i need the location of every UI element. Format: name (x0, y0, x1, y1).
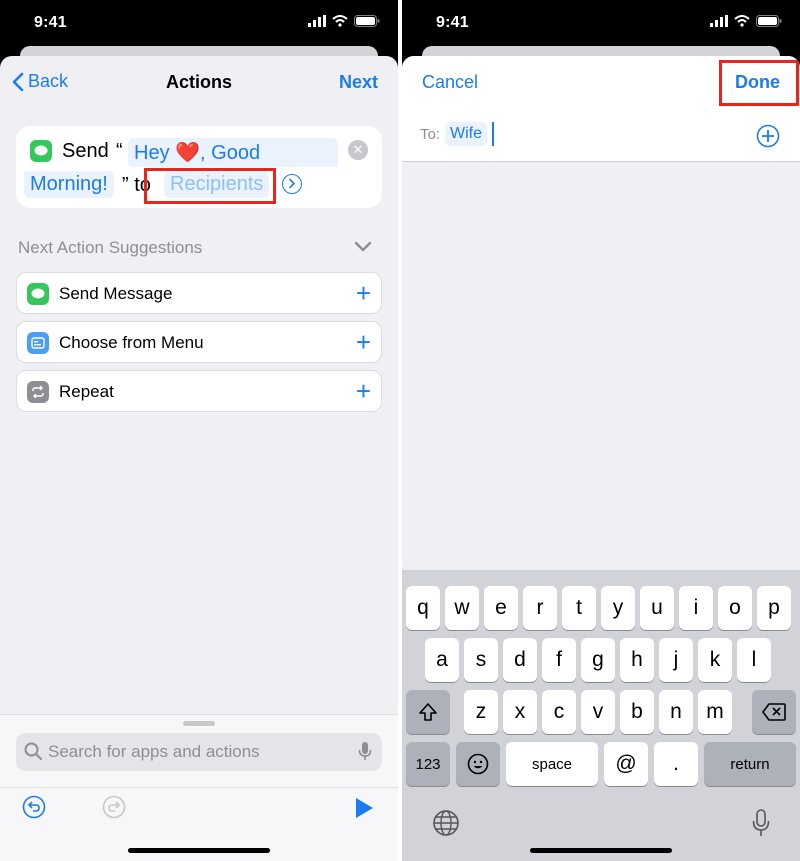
status-bar: 9:41 (0, 0, 398, 46)
suggestions-header: Next Action Suggestions (18, 238, 203, 257)
suggestion-choose-from-menu[interactable]: Choose from Menu + (16, 321, 382, 363)
key-v[interactable]: v (581, 690, 615, 734)
key-c[interactable]: c (542, 690, 576, 734)
key-y[interactable]: y (601, 586, 635, 630)
message-icon (30, 140, 52, 162)
message-text-line2[interactable]: Morning! (24, 171, 114, 198)
wifi-icon (332, 15, 348, 27)
search-panel: Search for apps and actions (0, 714, 398, 861)
status-time: 9:41 (34, 14, 67, 31)
key-f[interactable]: f (542, 638, 576, 682)
to-label: To: (420, 126, 441, 143)
send-label: Send (62, 140, 109, 162)
search-placeholder: Search for apps and actions (48, 742, 260, 761)
suggestion-label: Repeat (59, 382, 114, 401)
shift-icon (419, 703, 437, 721)
menu-icon (27, 332, 49, 354)
key-l[interactable]: l (737, 638, 771, 682)
key-e[interactable]: e (484, 586, 518, 630)
key-q[interactable]: q (406, 586, 440, 630)
at-key[interactable]: @ (604, 742, 648, 786)
backspace-icon (762, 703, 786, 721)
globe-icon[interactable] (432, 809, 460, 837)
suggestion-label: Send Message (59, 284, 173, 303)
remove-action-button[interactable]: ✕ (348, 140, 368, 160)
suggestion-repeat[interactable]: Repeat + (16, 370, 382, 412)
cancel-button[interactable]: Cancel (422, 72, 478, 93)
status-time: 9:41 (436, 14, 469, 31)
key-t[interactable]: t (562, 586, 596, 630)
wifi-icon (734, 15, 750, 27)
recipient-chip[interactable]: Wife (445, 122, 487, 146)
key-u[interactable]: u (640, 586, 674, 630)
suggestion-send-message[interactable]: Send Message + (16, 272, 382, 314)
key-o[interactable]: o (718, 586, 752, 630)
space-key[interactable]: space (506, 742, 598, 786)
status-icons (710, 15, 782, 27)
key-b[interactable]: b (620, 690, 654, 734)
backspace-key[interactable] (752, 690, 796, 734)
status-icons (308, 15, 380, 27)
signal-icon (308, 15, 326, 27)
recipients-picker-screen: 9:41 Cancel Done To: Wife q w e r t y u (402, 0, 800, 861)
add-icon[interactable]: + (356, 280, 371, 306)
battery-icon (354, 15, 380, 27)
key-g[interactable]: g (581, 638, 615, 682)
key-i[interactable]: i (679, 586, 713, 630)
key-n[interactable]: n (659, 690, 693, 734)
key-r[interactable]: r (523, 586, 557, 630)
shortcuts-actions-screen: 9:41 Back Actions Next Send “ Hey ❤️, Go… (0, 0, 398, 861)
key-p[interactable]: p (757, 586, 791, 630)
redo-icon[interactable] (102, 795, 126, 819)
recipients-sheet: Cancel Done To: Wife q w e r t y u i o p… (402, 56, 800, 861)
add-icon[interactable]: + (356, 378, 371, 404)
done-highlight-box (719, 60, 799, 106)
shift-key[interactable] (406, 690, 450, 734)
dot-key[interactable]: . (654, 742, 698, 786)
key-s[interactable]: s (464, 638, 498, 682)
home-indicator (530, 848, 672, 853)
text-cursor (492, 122, 494, 146)
actions-sheet: Back Actions Next Send “ Hey ❤️, Good Mo… (0, 56, 398, 861)
message-icon (27, 283, 49, 305)
key-d[interactable]: d (503, 638, 537, 682)
message-text-line1[interactable]: Hey ❤️, Good (128, 138, 338, 167)
keyboard: q w e r t y u i o p a s d f g h j k l z … (402, 570, 800, 861)
battery-icon (756, 15, 782, 27)
dictation-mic-icon[interactable] (752, 809, 770, 837)
return-key[interactable]: return (704, 742, 796, 786)
add-icon[interactable]: + (356, 329, 371, 355)
key-k[interactable]: k (698, 638, 732, 682)
key-z[interactable]: z (464, 690, 498, 734)
sheet-grabber[interactable] (183, 721, 215, 726)
key-x[interactable]: x (503, 690, 537, 734)
nav-bar: Back Actions Next (0, 56, 398, 110)
key-m[interactable]: m (698, 690, 732, 734)
search-icon (24, 742, 42, 760)
chevron-down-icon[interactable] (354, 240, 372, 252)
next-button[interactable]: Next (339, 72, 378, 93)
key-w[interactable]: w (445, 586, 479, 630)
recipients-highlight-box (144, 168, 276, 204)
toolbar-divider (0, 787, 398, 788)
repeat-icon (27, 381, 49, 403)
key-j[interactable]: j (659, 638, 693, 682)
search-bar[interactable]: Search for apps and actions (16, 733, 382, 771)
emoji-icon (467, 753, 489, 775)
key-a[interactable]: a (425, 638, 459, 682)
microphone-icon[interactable] (358, 741, 372, 761)
home-indicator (128, 848, 270, 853)
emoji-key[interactable] (456, 742, 500, 786)
signal-icon (710, 15, 728, 27)
undo-icon[interactable] (22, 795, 46, 819)
play-icon[interactable] (354, 797, 374, 819)
open-quote: “ (116, 140, 123, 162)
key-h[interactable]: h (620, 638, 654, 682)
numbers-key[interactable]: 123 (406, 742, 450, 786)
add-contact-icon[interactable] (756, 124, 780, 148)
suggestion-label: Choose from Menu (59, 333, 204, 352)
expand-chevron-icon[interactable] (282, 174, 302, 194)
status-bar: 9:41 (402, 0, 800, 46)
to-field[interactable]: To: Wife (402, 110, 800, 162)
